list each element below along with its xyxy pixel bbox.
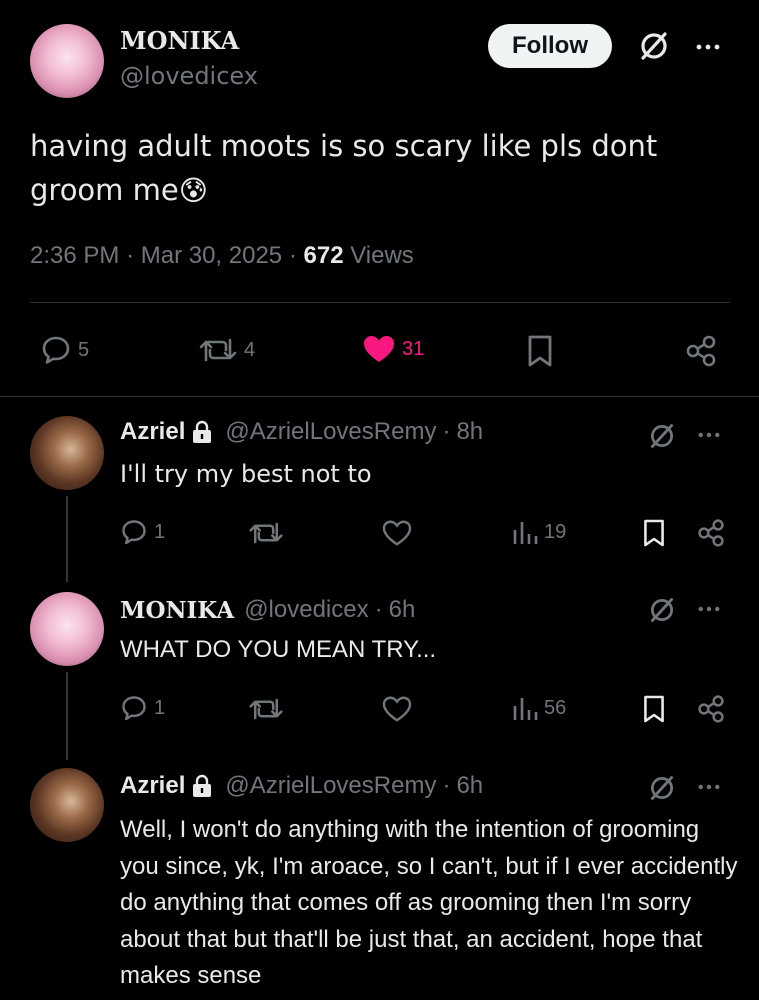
reply-header: Azriel @AzrielLovesRemy · 6h — [120, 772, 483, 800]
bookmark-button[interactable] — [642, 694, 666, 724]
repost-button[interactable] — [248, 696, 284, 722]
handle[interactable]: @AzrielLovesRemy — [225, 772, 436, 800]
thread-line — [66, 672, 68, 760]
views-icon — [512, 518, 538, 546]
divider — [30, 302, 730, 303]
reply-text: I'll try my best not to — [120, 460, 372, 488]
share-button[interactable] — [696, 518, 726, 548]
repost-icon — [198, 336, 238, 364]
views-count: 56 — [544, 696, 567, 719]
heart-icon — [382, 520, 412, 546]
reply-icon — [120, 518, 148, 546]
more-icon[interactable] — [698, 432, 720, 438]
like-button[interactable] — [382, 696, 412, 722]
lock-icon — [191, 774, 213, 798]
grok-icon[interactable] — [648, 596, 676, 624]
grok-icon[interactable] — [648, 774, 676, 802]
post-date[interactable]: Mar 30, 2025 — [141, 242, 282, 269]
reply-button[interactable]: 5 — [40, 334, 89, 366]
reply-count: 5 — [78, 338, 90, 361]
repost-button[interactable] — [248, 520, 284, 546]
views-button[interactable]: 56 — [512, 694, 566, 722]
share-button[interactable] — [684, 334, 718, 368]
display-name[interactable]: MONIKA — [120, 26, 239, 55]
avatar[interactable] — [30, 416, 104, 490]
heart-icon — [382, 696, 412, 722]
like-button[interactable]: 31 — [362, 334, 424, 364]
reply-time[interactable]: 6h — [389, 596, 416, 624]
grok-icon[interactable] — [648, 422, 676, 450]
heart-filled-icon — [362, 334, 396, 364]
avatar[interactable] — [30, 592, 104, 666]
meta-separator: · — [126, 242, 135, 269]
bookmark-button[interactable] — [526, 334, 554, 368]
more-icon[interactable] — [696, 44, 720, 50]
more-icon[interactable] — [698, 784, 720, 790]
share-icon — [698, 695, 724, 723]
repost-button[interactable]: 4 — [198, 336, 255, 364]
meta-separator: · — [288, 242, 297, 269]
repost-icon — [249, 522, 283, 544]
display-name[interactable]: Azriel — [120, 772, 185, 800]
reply-icon — [40, 334, 72, 366]
reply-time[interactable]: 6h — [456, 772, 483, 800]
reply-header: MONIKA @lovedicex · 6h — [120, 596, 415, 624]
like-button[interactable] — [382, 520, 412, 546]
handle[interactable]: @AzrielLovesRemy — [225, 418, 436, 446]
post-meta: 2:36 PM · Mar 30, 2025 · 672 Views — [30, 242, 414, 270]
reply-button[interactable]: 1 — [120, 518, 165, 546]
more-icon[interactable] — [698, 606, 720, 612]
post-text: having adult moots is so scary like pls … — [30, 124, 670, 213]
bookmark-icon — [644, 519, 664, 547]
reply-header: Azriel @AzrielLovesRemy · 8h — [120, 418, 483, 446]
reply-text: Well, I won't do anything with the inten… — [120, 816, 738, 989]
share-icon — [698, 519, 724, 547]
grok-icon[interactable] — [638, 30, 670, 62]
handle[interactable]: @lovedicex — [244, 596, 368, 624]
avatar[interactable] — [30, 768, 104, 842]
bookmark-icon — [528, 335, 552, 367]
repost-count: 4 — [244, 338, 256, 361]
follow-button[interactable]: Follow — [488, 24, 612, 68]
meta-separator: · — [442, 772, 451, 799]
meta-separator: · — [374, 596, 383, 623]
avatar[interactable] — [30, 24, 104, 98]
anxious-face-emoji: 😰 — [178, 174, 208, 207]
display-name[interactable]: Azriel — [120, 418, 185, 446]
lock-icon — [191, 420, 213, 444]
share-button[interactable] — [696, 694, 726, 724]
handle[interactable]: @lovedicex — [120, 62, 258, 90]
bookmark-icon — [644, 695, 664, 723]
views-count: 672 — [303, 242, 344, 269]
reply-count: 1 — [154, 520, 166, 543]
reply-text: WHAT DO YOU MEAN TRY... — [120, 636, 437, 663]
meta-separator: · — [442, 418, 451, 445]
bookmark-button[interactable] — [642, 518, 666, 548]
divider — [0, 396, 759, 397]
views-icon — [512, 694, 538, 722]
views-label: Views — [350, 242, 414, 269]
like-count: 31 — [402, 337, 425, 360]
display-name[interactable]: MONIKA — [120, 597, 234, 624]
share-icon — [686, 335, 716, 367]
views-count: 19 — [544, 520, 567, 543]
post-text-body: having adult moots is so scary like pls … — [30, 129, 658, 207]
reply-time[interactable]: 8h — [456, 418, 483, 446]
reply-count: 1 — [154, 696, 166, 719]
reply-button[interactable]: 1 — [120, 694, 165, 722]
thread-line — [66, 496, 68, 582]
repost-icon — [249, 698, 283, 720]
views-button[interactable]: 19 — [512, 518, 566, 546]
reply-icon — [120, 694, 148, 722]
post-time[interactable]: 2:36 PM — [30, 242, 119, 269]
